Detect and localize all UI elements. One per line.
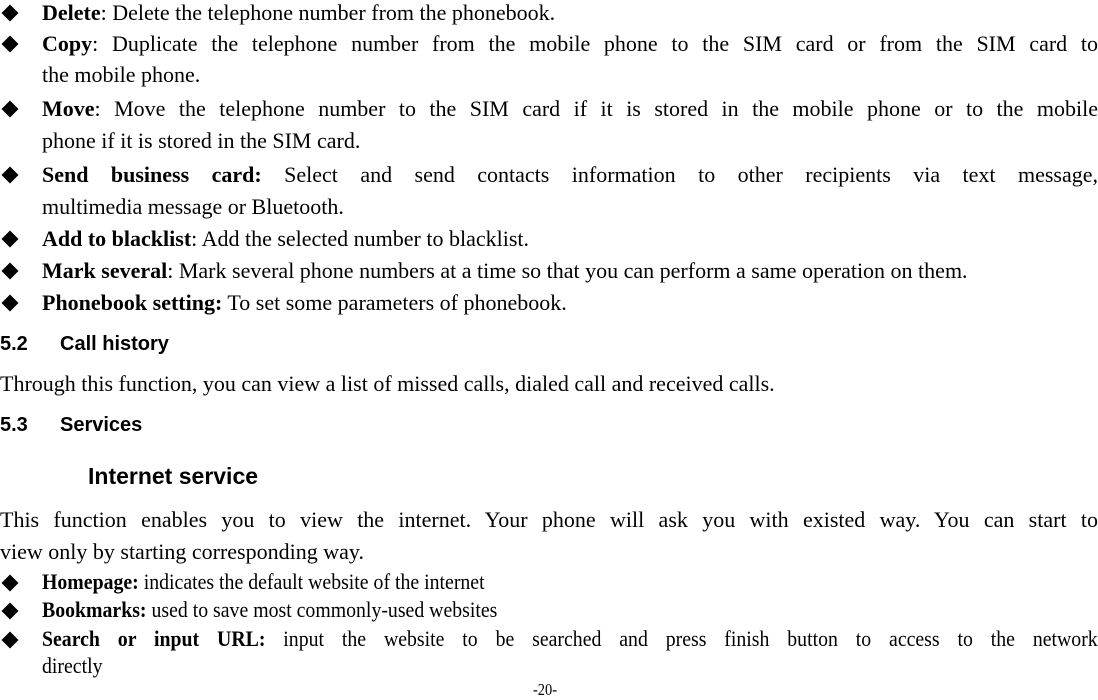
option-description: used to save most commonly-used websites <box>146 597 498 622</box>
option-description: Mark several phone numbers at a time so … <box>173 258 968 283</box>
option-term: Copy <box>42 31 93 56</box>
option-term: Move <box>42 96 95 121</box>
diamond-bullet-icon <box>1 602 19 620</box>
option-term: Add to blacklist <box>42 226 192 251</box>
internet-service-paragraph-line1: This function enables you to view the in… <box>0 507 1098 532</box>
diamond-bullet-icon <box>1 574 19 592</box>
option-description: Move the telephone number to the SIM car… <box>100 96 1098 121</box>
diamond-bullet-icon <box>1 35 19 53</box>
diamond-bullet-icon <box>1 631 19 649</box>
option-description: To set some parameters of phonebook. <box>222 290 567 315</box>
diamond-bullet-icon <box>1 4 19 22</box>
option-description: indicates the default website of the int… <box>138 569 485 594</box>
section-number: 5.3 <box>0 414 28 436</box>
option-term: Mark several <box>42 258 168 283</box>
option-term: Search or input URL: <box>42 626 266 651</box>
option-term: Delete <box>42 0 101 25</box>
option-term: Bookmarks: <box>42 597 147 622</box>
section-title: Services <box>60 414 143 436</box>
section-number: 5.2 <box>0 333 28 355</box>
call-history-paragraph: Through this function, you can view a li… <box>0 371 775 396</box>
internet-service-paragraph-line2: view only by starting corresponding way. <box>0 539 364 564</box>
option-description: Duplicate the telephone number from the … <box>98 31 1098 56</box>
diamond-bullet-icon <box>1 262 19 280</box>
diamond-bullet-icon <box>1 166 19 184</box>
section-title: Call history <box>60 333 169 355</box>
option-description: input the website to be searched and pre… <box>265 626 1098 651</box>
section-heading-call-history: 5.2 Call history <box>0 332 169 356</box>
option-description: Select and send contacts information to … <box>261 162 1098 187</box>
subsection-heading-internet-service: Internet service <box>88 463 259 489</box>
page-number: -20- <box>533 680 558 699</box>
diamond-bullet-icon <box>1 230 19 248</box>
diamond-bullet-icon <box>1 100 19 118</box>
section-heading-services: 5.3 Services <box>0 413 142 437</box>
option-description: Add the selected number to blacklist. <box>197 226 530 251</box>
option-term: Phonebook setting: <box>42 290 223 315</box>
option-term: Send business card: <box>42 162 262 187</box>
option-term: Homepage: <box>42 569 139 594</box>
diamond-bullet-icon <box>1 294 19 312</box>
option-description: Delete the telephone number from the pho… <box>106 0 556 25</box>
